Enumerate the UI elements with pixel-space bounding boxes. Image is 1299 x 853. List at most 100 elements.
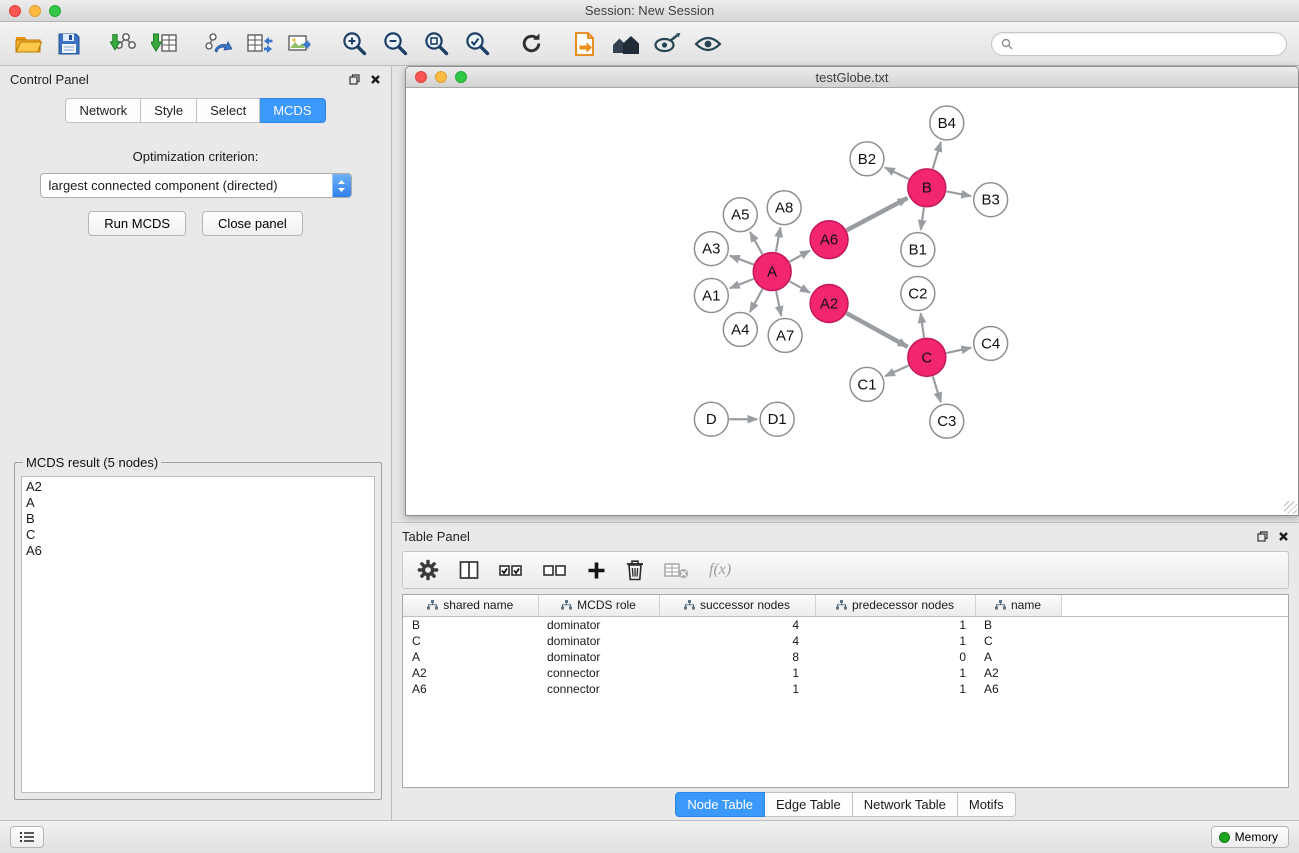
edge-A-A8[interactable] <box>776 227 781 252</box>
table-cell[interactable]: 1 <box>659 681 815 697</box>
list-item[interactable]: A6 <box>26 543 370 559</box>
run-mcds-button[interactable]: Run MCDS <box>88 211 186 236</box>
column-header[interactable]: shared name <box>403 595 538 617</box>
deselect-all-button[interactable] <box>543 561 567 579</box>
minimize-window-button[interactable] <box>29 5 41 17</box>
tab-motifs[interactable]: Motifs <box>958 792 1016 817</box>
column-header[interactable]: successor nodes <box>659 595 815 617</box>
mcds-result-list[interactable]: A2ABCA6 <box>21 476 375 793</box>
zoom-window-button[interactable] <box>49 5 61 17</box>
table-cell[interactable]: 1 <box>815 617 975 634</box>
list-item[interactable]: A <box>26 495 370 511</box>
task-history-button[interactable] <box>10 826 44 848</box>
table-cell[interactable]: connector <box>538 665 659 681</box>
tab-edge-table[interactable]: Edge Table <box>765 792 853 817</box>
close-panel-button-2[interactable]: Close panel <box>202 211 303 236</box>
edge-C-C2[interactable] <box>921 313 924 337</box>
float-panel-button[interactable] <box>349 74 360 85</box>
node-B4[interactable]: B4 <box>930 106 964 140</box>
close-window-button[interactable] <box>9 5 21 17</box>
table-cell[interactable]: connector <box>538 681 659 697</box>
table-cell[interactable]: A2 <box>403 665 538 681</box>
search-input[interactable] <box>1018 37 1277 51</box>
birds-eye-view-button[interactable] <box>692 28 724 60</box>
export-table-button[interactable] <box>243 28 275 60</box>
table-cell[interactable]: C <box>975 633 1061 649</box>
select-all-button[interactable] <box>499 561 523 579</box>
edge-B-B1[interactable] <box>921 208 924 230</box>
network-minimize-button[interactable] <box>435 71 447 83</box>
network-zoom-button[interactable] <box>455 71 467 83</box>
edge-C-C4[interactable] <box>946 348 971 353</box>
node-C2[interactable]: C2 <box>901 277 935 311</box>
table-row[interactable]: Bdominator41B <box>403 617 1288 634</box>
table-cell[interactable]: 1 <box>815 633 975 649</box>
network-close-button[interactable] <box>415 71 427 83</box>
export-network-button[interactable] <box>202 28 234 60</box>
edge-A-A1[interactable] <box>730 279 754 288</box>
table-settings-button[interactable] <box>417 559 439 581</box>
node-D1[interactable]: D1 <box>760 402 794 436</box>
edge-A-A5[interactable] <box>750 232 762 254</box>
zoom-selected-button[interactable] <box>461 28 493 60</box>
list-item[interactable]: B <box>26 511 370 527</box>
resize-grip[interactable] <box>1284 501 1297 514</box>
network-canvas[interactable]: B4B2BB3A5A8A6B1A3AC2A1A2A4A7C4CC1C3DD1 <box>406 88 1298 515</box>
edge-B-B4[interactable] <box>933 142 941 169</box>
zoom-out-button[interactable] <box>379 28 411 60</box>
table-row[interactable]: Adominator80A <box>403 649 1288 665</box>
close-table-panel-button[interactable] <box>1278 531 1289 542</box>
zoom-fit-button[interactable] <box>420 28 452 60</box>
table-cell[interactable]: A <box>975 649 1061 665</box>
table-cell[interactable]: B <box>403 617 538 634</box>
table-cell[interactable]: 4 <box>659 633 815 649</box>
node-C1[interactable]: C1 <box>850 367 884 401</box>
node-B[interactable]: B <box>908 169 946 207</box>
graphics-details-button[interactable] <box>651 28 683 60</box>
first-neighbors-button[interactable] <box>610 28 642 60</box>
table-row[interactable]: Cdominator41C <box>403 633 1288 649</box>
node-A[interactable]: A <box>753 253 791 291</box>
tab-node-table[interactable]: Node Table <box>675 792 765 817</box>
node-A3[interactable]: A3 <box>694 232 728 266</box>
edge-A-A7[interactable] <box>776 291 781 316</box>
tab-mcds[interactable]: MCDS <box>260 98 325 123</box>
node-B3[interactable]: B3 <box>974 183 1008 217</box>
table-cell[interactable]: A2 <box>975 665 1061 681</box>
table-cell[interactable]: A6 <box>403 681 538 697</box>
export-document-button[interactable] <box>569 28 601 60</box>
node-A5[interactable]: A5 <box>723 198 757 232</box>
node-C[interactable]: C <box>908 338 946 376</box>
float-table-panel-button[interactable] <box>1257 531 1268 542</box>
function-builder-button[interactable]: f(x) <box>709 561 731 579</box>
edge-C-C1[interactable] <box>885 366 909 377</box>
list-item[interactable]: C <box>26 527 370 543</box>
table-cell[interactable]: 1 <box>815 681 975 697</box>
delete-column-button[interactable] <box>626 559 644 581</box>
optimization-criterion-select[interactable]: largest connected component (directed) <box>40 173 352 198</box>
node-A7[interactable]: A7 <box>768 318 802 352</box>
table-row[interactable]: A6connector11A6 <box>403 681 1288 697</box>
table-cell[interactable]: 1 <box>659 665 815 681</box>
memory-button[interactable]: Memory <box>1211 826 1289 848</box>
apply-layout-button[interactable] <box>515 28 547 60</box>
node-B2[interactable]: B2 <box>850 142 884 176</box>
node-A4[interactable]: A4 <box>723 312 757 346</box>
table-cell[interactable]: 4 <box>659 617 815 634</box>
table-row[interactable]: A2connector11A2 <box>403 665 1288 681</box>
edge-B-B2[interactable] <box>885 168 909 180</box>
edge-A-A4[interactable] <box>750 289 763 312</box>
close-panel-button[interactable] <box>370 74 381 85</box>
table-cell[interactable]: C <box>403 633 538 649</box>
save-session-button[interactable] <box>53 28 85 60</box>
column-header[interactable]: predecessor nodes <box>815 595 975 617</box>
table-cell[interactable]: A <box>403 649 538 665</box>
tab-style[interactable]: Style <box>141 98 197 123</box>
table-cell[interactable]: dominator <box>538 649 659 665</box>
edge-C-C3[interactable] <box>933 376 941 402</box>
node-A6[interactable]: A6 <box>810 221 848 259</box>
network-window-titlebar[interactable]: testGlobe.txt <box>406 67 1298 88</box>
open-session-button[interactable] <box>12 28 44 60</box>
node-A8[interactable]: A8 <box>767 191 801 225</box>
tab-network-table[interactable]: Network Table <box>853 792 958 817</box>
